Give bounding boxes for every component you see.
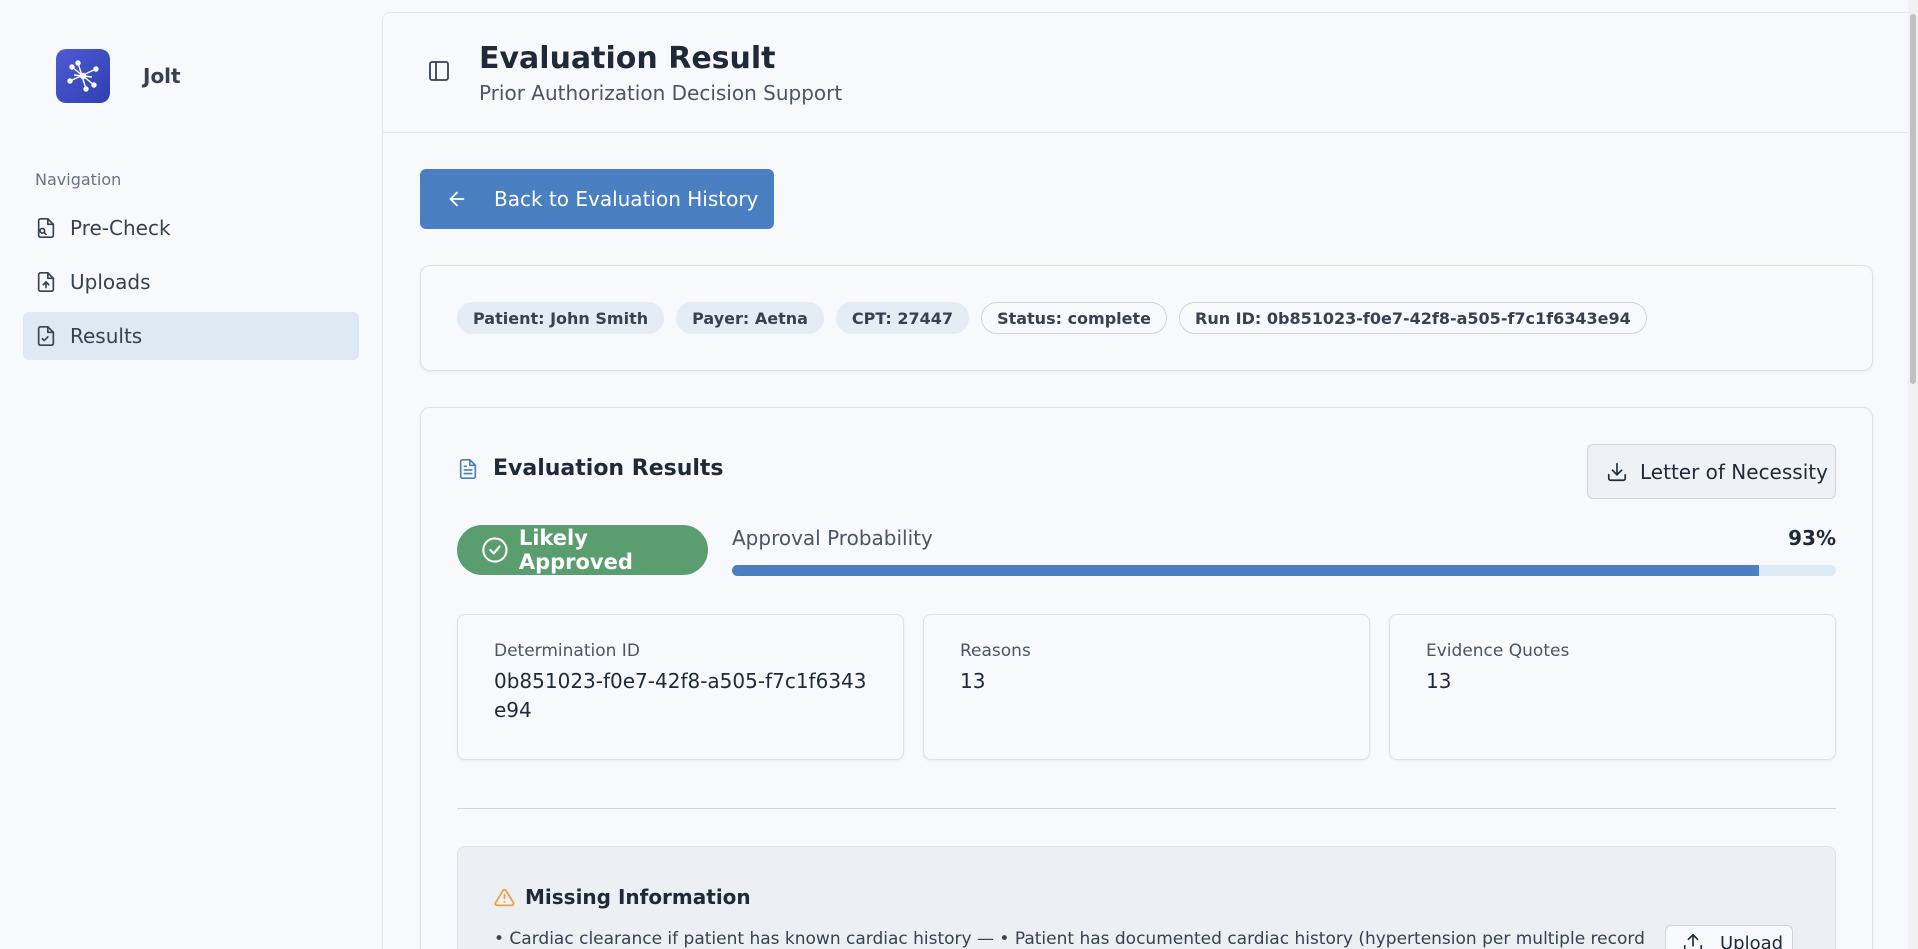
upload-icon — [1683, 933, 1703, 949]
page-title: Evaluation Result — [479, 41, 776, 76]
upload-button[interactable]: Upload — [1665, 925, 1793, 949]
sidebar: Jolt Navigation Pre-Check Uploads Result… — [0, 0, 382, 949]
scrollbar-thumb[interactable] — [1910, 14, 1916, 384]
letter-button-label: Letter of Necessity — [1640, 459, 1828, 484]
page-scrollbar[interactable] — [1908, 0, 1918, 949]
arrow-left-icon — [449, 191, 465, 207]
topbar: Evaluation Result Prior Authorization De… — [383, 13, 1909, 133]
stat-label: Determination ID — [494, 641, 640, 661]
main-content: Evaluation Result Prior Authorization De… — [382, 12, 1909, 949]
letter-of-necessity-button[interactable]: Letter of Necessity — [1587, 444, 1836, 499]
sidebar-item-results[interactable]: Results — [23, 312, 359, 360]
file-upload-icon — [37, 272, 55, 292]
check-circle-icon — [482, 537, 508, 563]
sidebar-item-label: Pre-Check — [70, 216, 171, 240]
document-icon — [459, 458, 477, 479]
probability-bar-fill — [732, 565, 1759, 576]
nav-heading: Navigation — [35, 170, 122, 189]
cpt-chip: CPT: 27447 — [835, 302, 970, 334]
stat-value: 13 — [1426, 669, 1452, 693]
nav-list: Pre-Check Uploads Results — [23, 204, 359, 366]
determination-id-card: Determination ID 0b851023-f0e7-42f8-a505… — [457, 614, 904, 760]
page-subtitle: Prior Authorization Decision Support — [479, 81, 843, 105]
upload-button-label: Upload — [1720, 932, 1784, 949]
network-logo-icon — [56, 49, 110, 103]
evidence-quotes-card: Evidence Quotes 13 — [1389, 614, 1836, 760]
stat-value: 13 — [960, 669, 986, 693]
sidebar-item-label: Results — [70, 324, 143, 348]
probability-value: 93% — [1788, 526, 1836, 550]
download-icon — [1607, 462, 1627, 481]
missing-information-panel: Missing Information • Cardiac clearance … — [457, 846, 1836, 949]
run-id-chip: Run ID: 0b851023-f0e7-42f8-a505-f7c1f634… — [1179, 302, 1647, 334]
back-to-history-button[interactable]: Back to Evaluation History — [420, 169, 774, 229]
probability-label: Approval Probability — [732, 526, 933, 550]
sidebar-item-label: Uploads — [70, 270, 151, 294]
reasons-card: Reasons 13 — [923, 614, 1370, 760]
missing-header: Missing Information — [494, 885, 751, 909]
probability-bar — [732, 565, 1836, 576]
back-button-label: Back to Evaluation History — [494, 187, 759, 211]
meta-chips: Patient: John Smith Payer: Aetna CPT: 27… — [457, 302, 1659, 334]
brand[interactable]: Jolt — [56, 49, 181, 103]
sidebar-item-pre-check[interactable]: Pre-Check — [23, 204, 359, 252]
sidebar-toggle-icon[interactable] — [427, 59, 451, 83]
stat-label: Reasons — [960, 641, 1031, 661]
decision-label: Likely Approved — [518, 526, 633, 574]
section-divider — [457, 808, 1836, 809]
payer-chip: Payer: Aetna — [676, 302, 824, 334]
evaluation-meta-card: Patient: John Smith Payer: Aetna CPT: 27… — [420, 265, 1873, 371]
file-search-icon — [37, 218, 55, 238]
evaluation-results-card: Evaluation Results Letter of Necessity L… — [420, 407, 1873, 949]
stat-label: Evidence Quotes — [1426, 641, 1570, 661]
decision-badge: Likely Approved — [457, 525, 708, 575]
results-title: Evaluation Results — [493, 456, 724, 481]
status-chip: Status: complete — [981, 302, 1167, 334]
missing-title: Missing Information — [525, 885, 751, 909]
brand-name: Jolt — [143, 64, 181, 88]
results-header: Evaluation Results — [457, 456, 724, 481]
stat-value: 0b851023-f0e7-42f8-a505-f7c1f6343e94 — [494, 669, 867, 722]
file-check-icon — [37, 326, 55, 346]
patient-chip: Patient: John Smith — [457, 302, 665, 334]
missing-item: • Cardiac clearance if patient has known… — [494, 929, 1644, 949]
warning-icon — [494, 888, 515, 906]
sidebar-item-uploads[interactable]: Uploads — [23, 258, 359, 306]
